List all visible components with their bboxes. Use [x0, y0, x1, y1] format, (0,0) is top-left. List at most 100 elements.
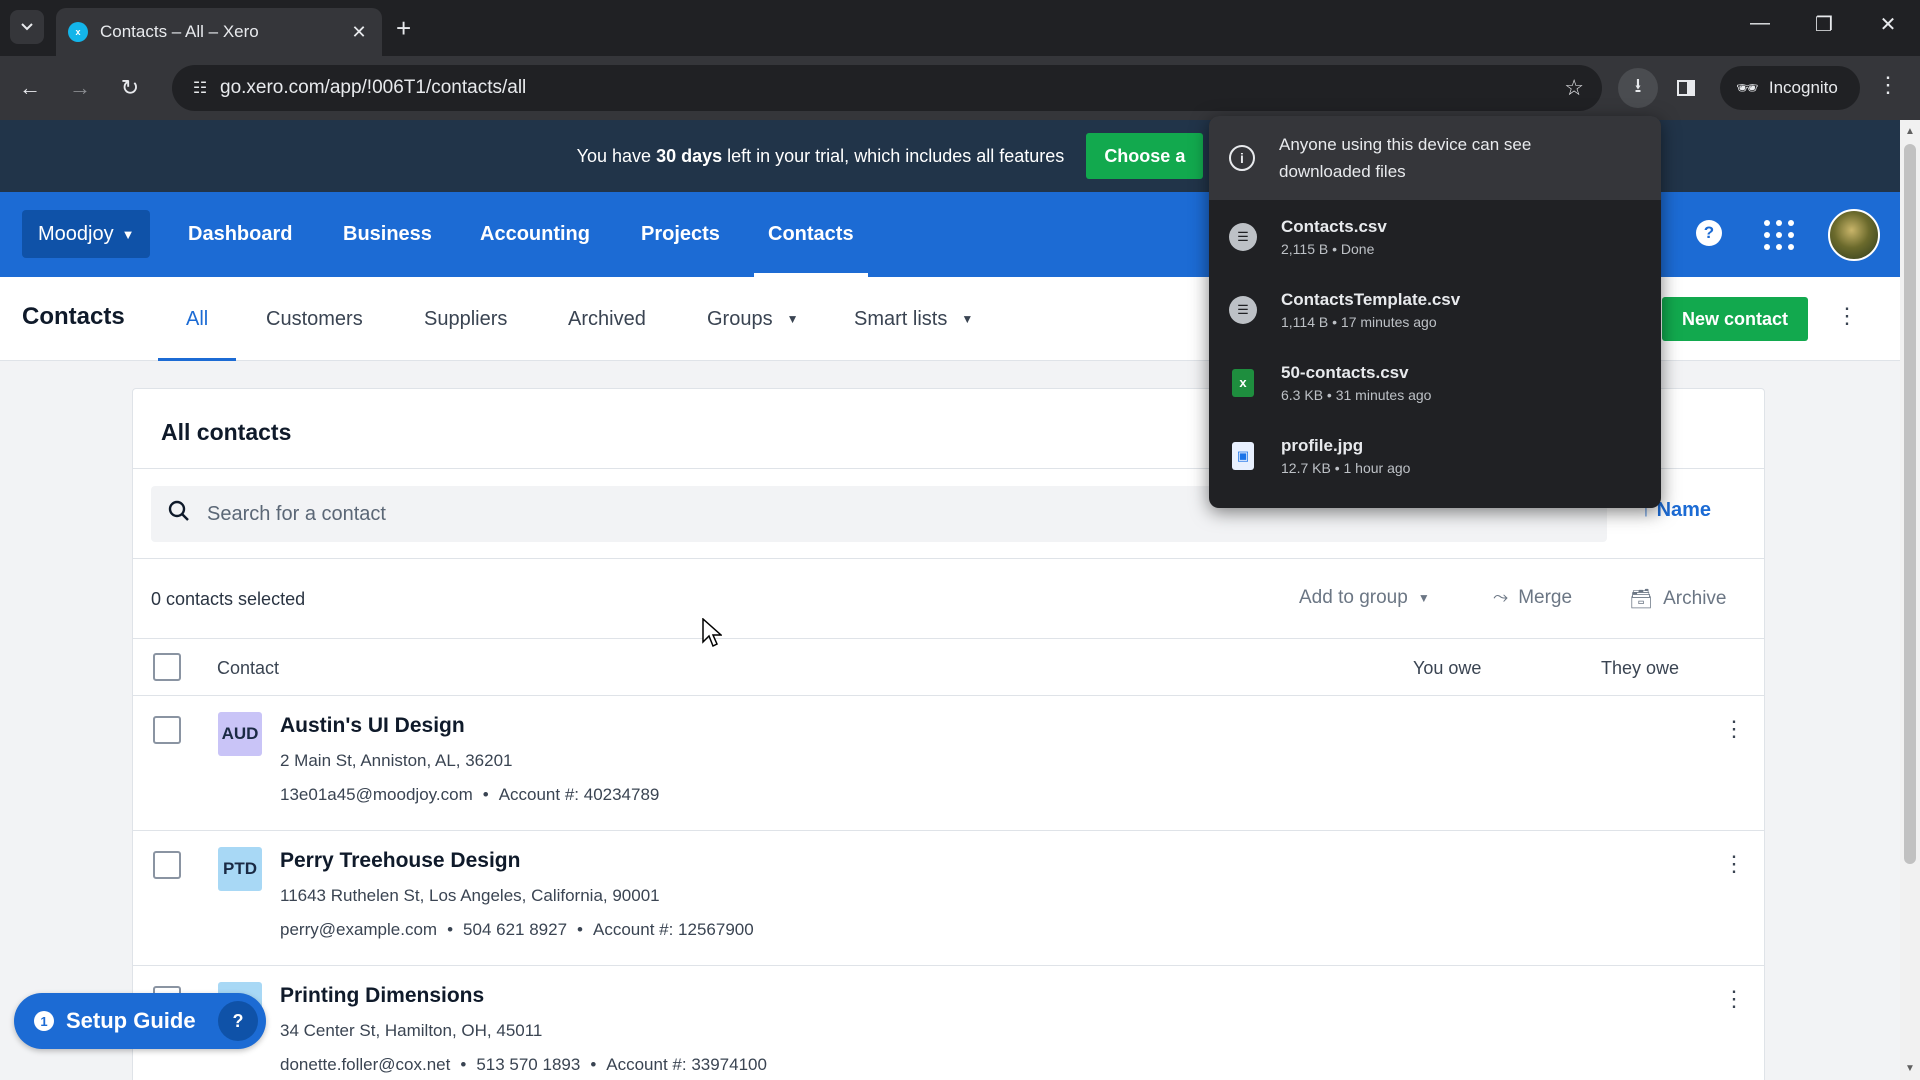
- back-icon[interactable]: ←: [14, 72, 46, 104]
- site-info-icon[interactable]: ☷: [180, 78, 220, 98]
- download-info: Contacts.csv 2,115 B • Done: [1281, 217, 1387, 257]
- bulk-actions-row: 0 contacts selected Add to group ▼ ⤳ Merge…: [133, 559, 1764, 639]
- merge-button[interactable]: ⤳ Merge: [1493, 587, 1572, 609]
- bookmark-star-icon[interactable]: ☆: [1564, 75, 1584, 101]
- scroll-up-icon[interactable]: ▲: [1905, 126, 1915, 137]
- contact-name[interactable]: Austin's UI Design: [280, 714, 465, 738]
- contact-account: Account #: 40234789: [498, 785, 660, 804]
- browser-menu-icon[interactable]: ⋮: [1876, 72, 1900, 104]
- table-row[interactable]: AUD Austin's UI Design 2 Main St, Annist…: [133, 696, 1764, 831]
- separator: •: [460, 1055, 467, 1074]
- download-item[interactable]: x 50-contacts.csv 6.3 KB • 31 minutes ag…: [1209, 346, 1661, 419]
- table-row[interactable]: PTD Perry Treehouse Design 11643 Ruthele…: [133, 831, 1764, 966]
- column-you-owe[interactable]: You owe: [1413, 658, 1481, 679]
- contact-email: 13e01a45@moodjoy.com: [280, 785, 473, 804]
- download-item[interactable]: ▣ profile.jpg 12.7 KB • 1 hour ago: [1209, 419, 1661, 492]
- download-meta: 6.3 KB • 31 minutes ago: [1281, 386, 1432, 403]
- apps-grid-icon[interactable]: [1764, 220, 1794, 250]
- reload-icon[interactable]: ↻: [114, 72, 146, 104]
- trial-days: 30 days: [656, 145, 723, 166]
- row-checkbox[interactable]: [153, 716, 181, 744]
- archive-button[interactable]: 🗃 Archive: [1629, 587, 1726, 611]
- user-avatar[interactable]: [1828, 209, 1880, 261]
- chevron-down-icon: [21, 23, 33, 31]
- minimize-icon[interactable]: —: [1740, 12, 1780, 35]
- merge-icon: ⤳: [1493, 587, 1509, 608]
- browser-tab[interactable]: x Contacts – All – Xero ✕: [56, 8, 382, 56]
- sort-label: Name: [1656, 499, 1712, 521]
- incognito-badge[interactable]: 🕶 Incognito: [1720, 66, 1860, 110]
- selected-count: 0 contacts selected: [151, 589, 306, 609]
- tab-groups[interactable]: Groups ▼: [707, 277, 798, 361]
- row-options-icon[interactable]: ⋮: [1723, 716, 1745, 742]
- nav-contacts[interactable]: Contacts: [754, 192, 868, 277]
- downloads-icon[interactable]: ⭳: [1618, 68, 1658, 108]
- add-to-group-button[interactable]: Add to group ▼: [1299, 587, 1430, 609]
- download-name: Contacts.csv: [1281, 216, 1387, 236]
- tab-search-button[interactable]: [10, 10, 44, 44]
- browser-tab-bar: x Contacts – All – Xero ✕ + — ❐ ✕: [0, 0, 1920, 56]
- side-panel-icon[interactable]: [1670, 72, 1702, 104]
- help-icon[interactable]: ?: [1696, 220, 1722, 246]
- page-title: Contacts: [22, 303, 125, 330]
- close-tab-icon[interactable]: ✕: [348, 22, 370, 43]
- restore-icon[interactable]: ❐: [1804, 12, 1844, 37]
- download-meta: 1,114 B • 17 minutes ago: [1281, 313, 1437, 330]
- incognito-icon: 🕶: [1736, 77, 1759, 98]
- file-icon: ☰: [1229, 295, 1257, 324]
- close-window-icon[interactable]: ✕: [1868, 12, 1908, 37]
- nav-accounting[interactable]: Accounting: [480, 192, 590, 277]
- contact-meta: perry@example.com • 504 621 8927 • Account #…: [280, 920, 754, 940]
- side-panel-shape: [1677, 80, 1695, 96]
- tab-archived[interactable]: Archived: [568, 277, 646, 361]
- tab-smart-lists[interactable]: Smart lists ▼: [854, 277, 973, 361]
- scroll-down-icon[interactable]: ▼: [1905, 1063, 1915, 1074]
- select-all-checkbox[interactable]: [153, 653, 181, 681]
- contact-initials-badge: PTD: [218, 847, 262, 891]
- table-row[interactable]: PD Printing Dimensions 34 Center St, Ham…: [133, 966, 1764, 1080]
- tab-customers[interactable]: Customers: [266, 277, 363, 361]
- organisation-menu[interactable]: Moodjoy ▼: [22, 210, 151, 258]
- row-options-icon[interactable]: ⋮: [1723, 986, 1745, 1012]
- contact-name[interactable]: Printing Dimensions: [280, 984, 484, 1008]
- scrollbar-thumb[interactable]: [1904, 144, 1916, 864]
- contact-phone: 504 621 8927: [463, 920, 568, 939]
- downloads-notice: i Anyone using this device can see downl…: [1209, 116, 1661, 200]
- xero-favicon-icon: x: [68, 22, 88, 42]
- setup-guide-button[interactable]: 1 Setup Guide ?: [14, 993, 266, 1049]
- table-header: Contact You owe They owe: [133, 639, 1764, 696]
- more-options-icon[interactable]: ⋮: [1836, 303, 1858, 335]
- trial-suffix: left in your trial, which includes all f…: [722, 145, 1065, 166]
- address-bar[interactable]: ☷ go.xero.com/app/!006T1/contacts/all ☆: [172, 65, 1602, 111]
- column-they-owe[interactable]: They owe: [1601, 658, 1679, 679]
- archive-icon: 🗃: [1629, 589, 1654, 610]
- download-meta: 2,115 B • Done: [1281, 240, 1375, 257]
- choose-plan-button[interactable]: Choose a: [1086, 133, 1204, 179]
- browser-toolbar: ← → ↻ ☷ go.xero.com/app/!006T1/contacts/…: [0, 56, 1920, 120]
- new-tab-button[interactable]: +: [396, 14, 411, 42]
- row-options-icon[interactable]: ⋮: [1723, 851, 1745, 877]
- download-info: profile.jpg 12.7 KB • 1 hour ago: [1281, 436, 1410, 476]
- nav-dashboard[interactable]: Dashboard: [188, 192, 292, 277]
- column-contact[interactable]: Contact: [217, 658, 279, 679]
- nav-projects[interactable]: Projects: [641, 192, 720, 277]
- tab-all[interactable]: All: [157, 277, 237, 361]
- tab-suppliers[interactable]: Suppliers: [424, 277, 507, 361]
- download-name: 50-contacts.csv: [1281, 362, 1409, 382]
- forward-icon[interactable]: →: [64, 72, 96, 104]
- url-text[interactable]: go.xero.com/app/!006T1/contacts/all: [220, 77, 1564, 99]
- download-item[interactable]: ☰ ContactsTemplate.csv 1,114 B • 17 minu…: [1209, 273, 1661, 346]
- download-meta: 12.7 KB • 1 hour ago: [1281, 459, 1411, 476]
- page-scrollbar[interactable]: ▲ ▼: [1900, 120, 1920, 1080]
- download-info: ContactsTemplate.csv 1,114 B • 17 minute…: [1281, 290, 1460, 330]
- download-item[interactable]: ☰ Contacts.csv 2,115 B • Done: [1209, 200, 1661, 273]
- contact-phone: 513 570 1893: [476, 1055, 581, 1074]
- contact-address: 34 Center St, Hamilton, OH, 45011: [280, 1021, 543, 1040]
- new-contact-button[interactable]: New contact: [1662, 297, 1809, 341]
- incognito-label: Incognito: [1768, 78, 1838, 97]
- row-checkbox[interactable]: [153, 851, 181, 879]
- contact-account: Account #: 12567900: [593, 920, 754, 939]
- nav-business[interactable]: Business: [343, 192, 432, 277]
- contact-name[interactable]: Perry Treehouse Design: [280, 849, 520, 873]
- chat-help-icon[interactable]: ?: [218, 1001, 258, 1041]
